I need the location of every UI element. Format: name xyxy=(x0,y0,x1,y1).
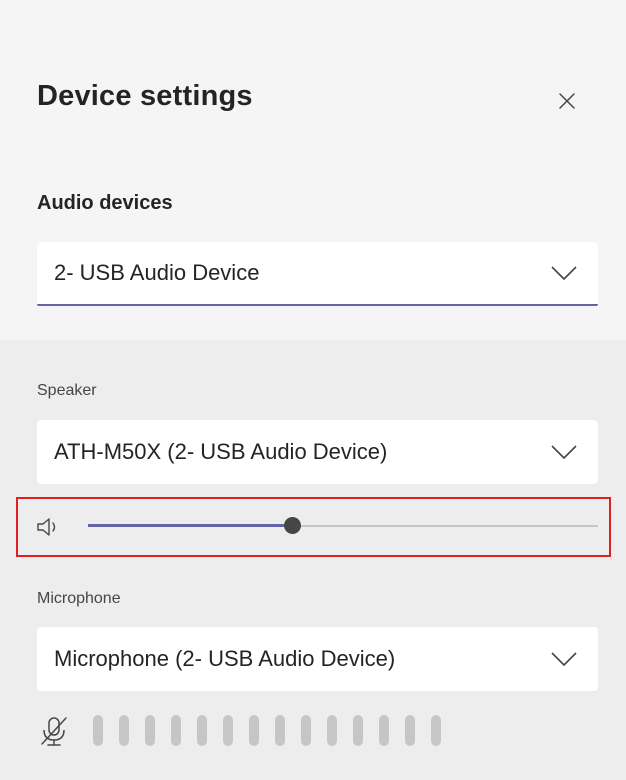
level-bar xyxy=(223,715,233,746)
volume-slider-fill xyxy=(88,524,292,527)
speaker-dropdown[interactable]: ATH-M50X (2- USB Audio Device) xyxy=(37,420,598,484)
volume-slider[interactable] xyxy=(88,517,598,534)
level-bar xyxy=(275,715,285,746)
microphone-level-row xyxy=(37,712,597,752)
audio-devices-value: 2- USB Audio Device xyxy=(54,260,260,285)
panel-title: Device settings xyxy=(37,80,253,112)
speaker-label: Speaker xyxy=(37,382,97,399)
speaker-value: ATH-M50X (2- USB Audio Device) xyxy=(54,439,388,464)
level-bar xyxy=(405,715,415,746)
microphone-value: Microphone (2- USB Audio Device) xyxy=(54,646,396,671)
microphone-muted-icon xyxy=(41,717,67,746)
audio-devices-dropdown[interactable]: 2- USB Audio Device xyxy=(37,242,598,306)
level-bar xyxy=(171,715,181,746)
microphone-level-meter xyxy=(93,715,441,746)
level-bar xyxy=(301,715,311,746)
level-bar xyxy=(145,715,155,746)
close-button[interactable] xyxy=(550,84,584,118)
chevron-down-icon xyxy=(550,264,578,282)
chevron-down-icon xyxy=(550,443,578,461)
volume-slider-thumb[interactable] xyxy=(284,517,301,534)
speaker-icon xyxy=(37,518,56,536)
level-bar xyxy=(197,715,207,746)
level-bar xyxy=(353,715,363,746)
level-bar xyxy=(93,715,103,746)
level-bar xyxy=(431,715,441,746)
audio-devices-label: Audio devices xyxy=(37,192,173,214)
microphone-dropdown[interactable]: Microphone (2- USB Audio Device) xyxy=(37,627,598,691)
level-bar xyxy=(327,715,337,746)
level-bar xyxy=(249,715,259,746)
close-icon xyxy=(559,93,575,109)
level-bar xyxy=(119,715,129,746)
speaker-volume-row xyxy=(16,497,611,557)
microphone-label: Microphone xyxy=(37,590,121,607)
chevron-down-icon xyxy=(550,650,578,668)
level-bar xyxy=(379,715,389,746)
